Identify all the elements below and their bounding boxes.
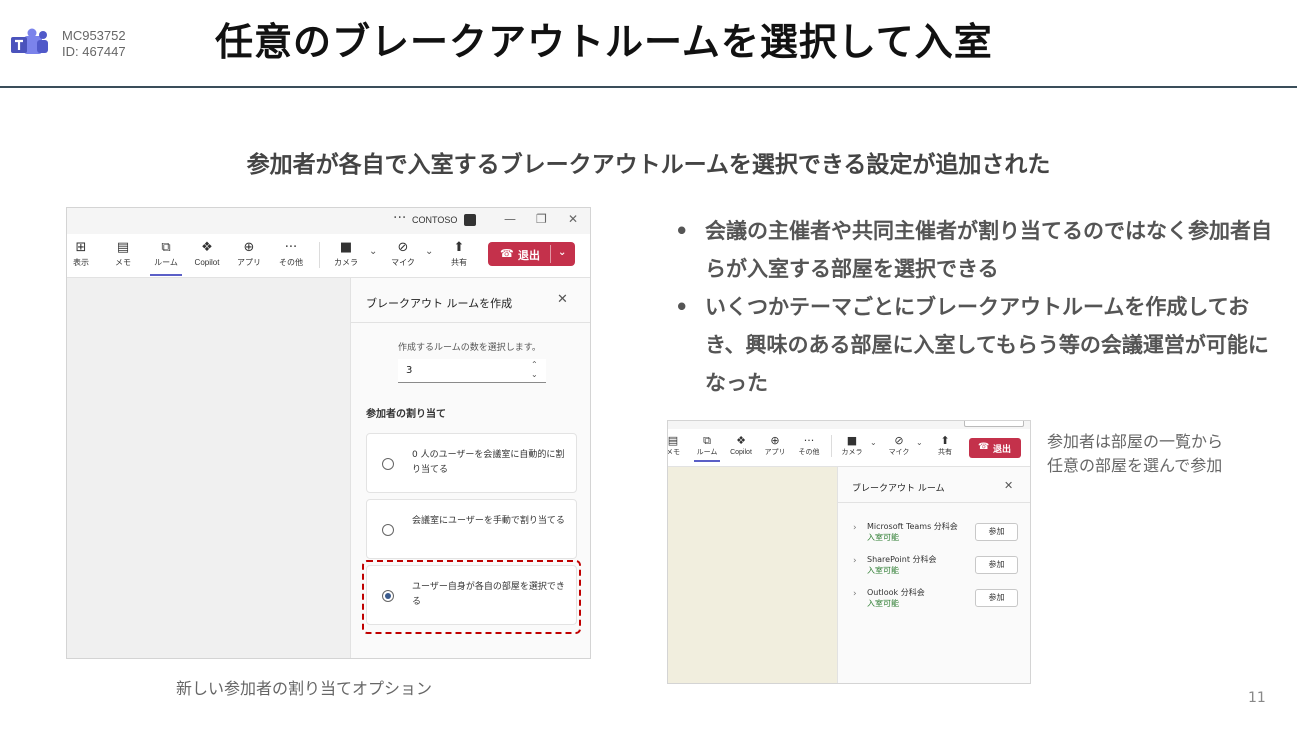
toolbar-divider (831, 435, 832, 457)
copilot-button[interactable]: ❖ Copilot (189, 239, 225, 269)
rooms-button[interactable]: ⧉ ルーム (692, 433, 722, 462)
chevron-down-icon[interactable]: ⌄ (369, 246, 377, 257)
camera-button[interactable]: ■ カメラ (328, 239, 364, 269)
leave-divider (550, 245, 551, 263)
radio-button[interactable] (382, 458, 394, 470)
room-item: › Microsoft Teams 分科会 入室可能 参加 (838, 517, 1030, 549)
more-icon: ··· (284, 240, 298, 255)
bullet-item: いくつかテーマごとにブレークアウトルームを作成しておき、興味のある部屋に入室して… (675, 288, 1285, 402)
leave-button[interactable]: ☎ 退出 ⌄ (488, 242, 575, 266)
meeting-toolbar: ▤ メモ ⧉ ルーム ❖ Copilot ⊕ アプリ ··· その他 ■ カメラ… (667, 429, 1030, 467)
caption-left: 新しい参加者の割り当てオプション (176, 679, 433, 698)
apps-icon: ⊕ (770, 434, 780, 447)
chevron-down-icon[interactable]: ⌄ (870, 438, 877, 447)
caption-right: 参加者は部屋の一覧から 任意の部屋を選んで参加 (1047, 432, 1224, 475)
panel-title: ブレークアウト ルームを作成 (366, 297, 513, 310)
phone-hangup-icon: ☎ (500, 247, 514, 260)
share-icon: ⬆ (453, 240, 465, 255)
org-name: CONTOSO (412, 215, 458, 225)
breakout-rooms-panel: ブレークアウト ルーム ✕ › Microsoft Teams 分科会 入室可能… (837, 467, 1030, 683)
grid-icon: ⊞ (75, 240, 87, 255)
room-item: › Outlook 分科会 入室可能 参加 (838, 583, 1030, 615)
stepper-arrows-icon[interactable]: ⌃ ⌄ (531, 360, 538, 380)
join-button[interactable]: 参加 (975, 523, 1018, 541)
more-icon: ··· (803, 434, 815, 447)
room-count-input[interactable]: 3 (398, 359, 546, 383)
radio-button[interactable] (382, 524, 394, 536)
panel-title: ブレークアウト ルーム (852, 484, 945, 494)
page-title: 任意のブレークアウトルームを選択して入室 (215, 20, 993, 64)
apps-button[interactable]: ⊕ アプリ (231, 239, 267, 269)
close-icon[interactable]: ✕ (1004, 479, 1013, 492)
view-button[interactable]: ⊞ 表示 (67, 239, 99, 269)
meta-code: MC953752 (62, 28, 126, 43)
more-button[interactable]: ··· その他 (794, 433, 824, 458)
chevron-right-icon[interactable]: › (853, 589, 857, 599)
meeting-toolbar: ⊞ 表示 ▤ メモ ⧉ ルーム ❖ Copilot ⊕ アプリ ··· その他 … (67, 234, 590, 278)
teams-window-create-rooms: ··· CONTOSO — ❐ ✕ ⊞ 表示 ▤ メモ ⧉ ルーム ❖ Copi… (66, 207, 591, 659)
chevron-down-icon[interactable]: ⌄ (916, 438, 923, 447)
apps-icon: ⊕ (243, 240, 255, 255)
assign-option-auto[interactable]: 0 人のユーザーを会議室に自動的に割り当てる (366, 433, 577, 493)
apps-button[interactable]: ⊕ アプリ (760, 433, 790, 458)
restore-icon[interactable]: ❐ (536, 212, 547, 226)
chevron-right-icon[interactable]: › (853, 523, 857, 533)
meta-id: ID: 467447 (62, 44, 126, 59)
bullet-list: 会議の主催者や共同主催者が割り当てるのではなく参加者自らが入室する部屋を選択でき… (675, 212, 1285, 402)
join-button[interactable]: 参加 (975, 556, 1018, 574)
mic-button[interactable]: ⊘ マイク (884, 433, 914, 458)
chevron-down-icon[interactable]: ⌄ (558, 247, 566, 258)
more-button[interactable]: ··· その他 (273, 239, 309, 269)
chevron-down-icon[interactable]: ⌄ (425, 246, 433, 257)
room-count-label: 作成するルームの数を選択します。 (398, 343, 541, 353)
minimize-icon[interactable]: — (504, 212, 516, 226)
close-icon[interactable]: ✕ (557, 292, 568, 307)
more-options-icon[interactable]: ··· (393, 210, 406, 226)
share-button[interactable]: ⬆ 共有 (930, 433, 960, 458)
camera-off-icon: ■ (846, 434, 858, 447)
rooms-icon: ⧉ (703, 434, 711, 447)
room-status: 入室可能 (867, 566, 899, 575)
toolbar-divider (319, 242, 320, 268)
mic-button[interactable]: ⊘ マイク (385, 239, 421, 269)
teams-window-join-rooms: ▤ メモ ⧉ ルーム ❖ Copilot ⊕ アプリ ··· その他 ■ カメラ… (667, 420, 1031, 684)
room-item: › SharePoint 分科会 入室可能 参加 (838, 550, 1030, 582)
org-avatar[interactable] (464, 214, 476, 226)
teams-logo-icon (11, 28, 48, 54)
header-divider (0, 86, 1297, 88)
highlight-box (362, 560, 581, 634)
notes-button[interactable]: ▤ メモ (105, 239, 141, 269)
panel-divider (351, 322, 590, 323)
window-titlebar: ··· CONTOSO — ❐ ✕ (67, 208, 590, 234)
leave-button[interactable]: ☎ 退出 (969, 438, 1021, 458)
copilot-icon: ❖ (201, 240, 213, 255)
room-status: 入室可能 (867, 599, 899, 608)
chevron-right-icon[interactable]: › (853, 556, 857, 566)
mic-off-icon: ⊘ (894, 434, 904, 447)
page-number: 11 (1248, 690, 1266, 706)
join-button[interactable]: 参加 (975, 589, 1018, 607)
slide-subtitle: 参加者が各自で入室するブレークアウトルームを選択できる設定が追加された (246, 152, 1051, 178)
camera-button[interactable]: ■ カメラ (837, 433, 867, 458)
copilot-icon: ❖ (736, 434, 746, 447)
assign-heading: 参加者の割り当て (366, 409, 446, 420)
assign-option-manual[interactable]: 会議室にユーザーを手動で割り当てる (366, 499, 577, 559)
phone-hangup-icon: ☎ (978, 442, 990, 452)
titlebar-button (964, 421, 1024, 427)
camera-off-icon: ■ (339, 240, 353, 255)
copilot-button[interactable]: ❖ Copilot (726, 433, 756, 458)
rooms-button[interactable]: ⧉ ルーム (148, 239, 184, 276)
panel-divider (838, 502, 1030, 503)
rooms-icon: ⧉ (161, 240, 171, 255)
meta-info: MC953752 ID: 467447 (62, 28, 126, 60)
share-button[interactable]: ⬆ 共有 (441, 239, 477, 269)
close-window-icon[interactable]: ✕ (568, 212, 578, 226)
room-status: 入室可能 (867, 533, 899, 542)
notes-icon: ▤ (116, 240, 130, 255)
share-icon: ⬆ (940, 434, 950, 447)
mic-off-icon: ⊘ (397, 240, 409, 255)
notes-icon: ▤ (667, 434, 679, 447)
notes-button[interactable]: ▤ メモ (667, 433, 688, 458)
bullet-item: 会議の主催者や共同主催者が割り当てるのではなく参加者自らが入室する部屋を選択でき… (675, 212, 1285, 288)
